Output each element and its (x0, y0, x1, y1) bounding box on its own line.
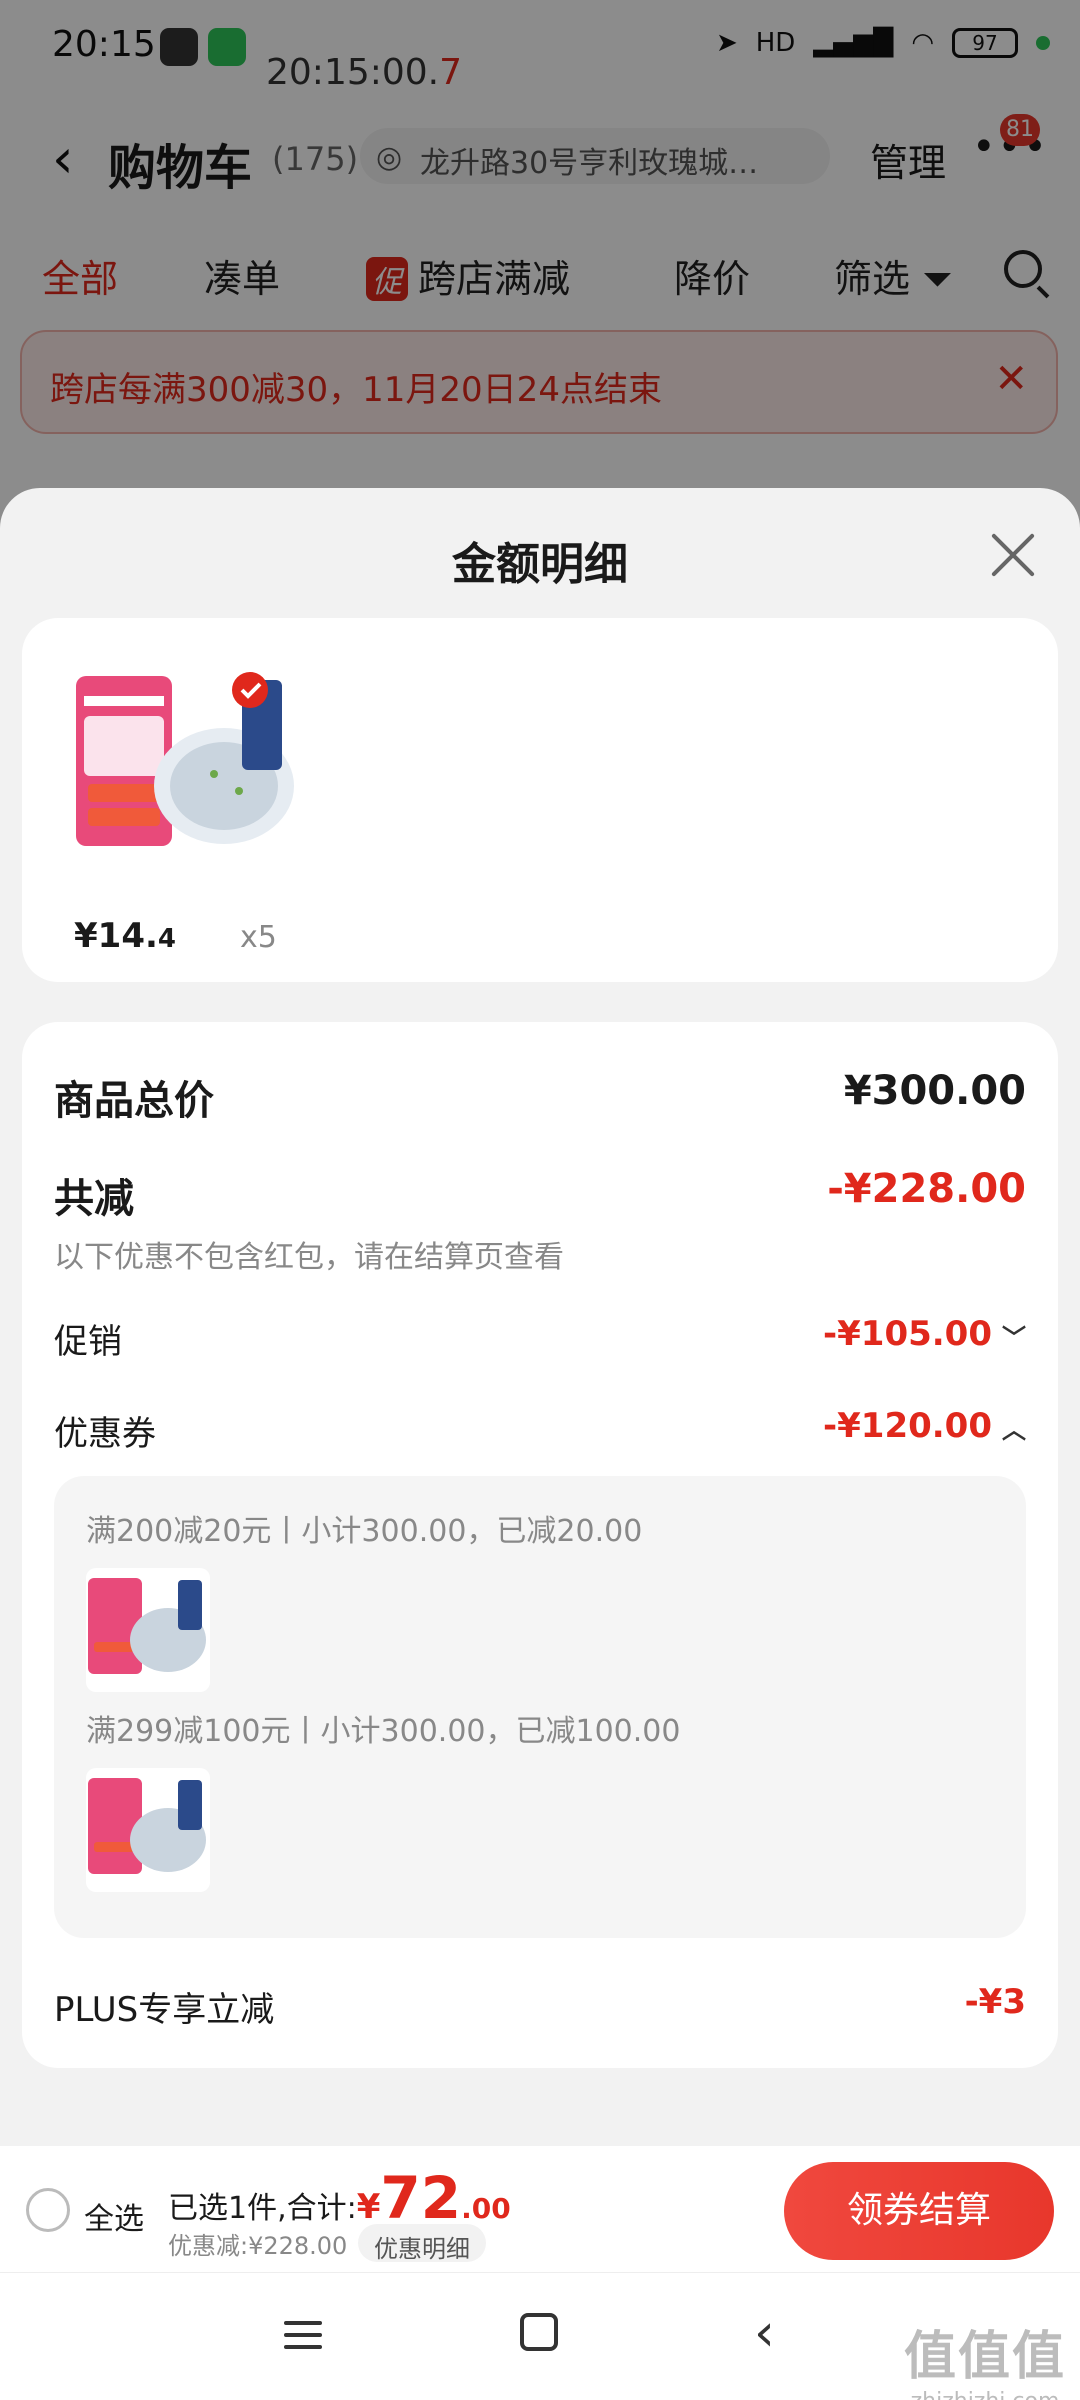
total-summary: 已选1件,合计:¥72.00 (168, 2164, 511, 2232)
checkout-button[interactable]: 领券结算 (784, 2162, 1054, 2260)
selected-summary: 已选1件,合计: (168, 2191, 357, 2226)
amount-detail-sheet: 金额明细 ¥14.4 x5 商品总价 ¥300.00 共减 -¥228.00 以… (0, 488, 1080, 2270)
total-value: ¥300.00 (843, 1068, 1026, 1114)
coupon-item-text: 满200减20元丨小计300.00，已减20.00 (86, 1514, 643, 1549)
coupon-value-wrap: -¥120.00 ︿ (823, 1406, 1026, 1446)
product-price-cents: 4 (157, 924, 176, 954)
watermark-logo: 值值值 zhizhizhi.com (904, 2314, 1066, 2400)
chevron-down-icon: ﹀ (1002, 1324, 1026, 1352)
close-icon[interactable] (988, 530, 1038, 580)
home-icon[interactable] (520, 2313, 558, 2351)
chevron-up-icon: ︿ (1002, 1416, 1026, 1444)
reduction-label: 共减 (54, 1176, 134, 1222)
product-price-main: ¥14. (74, 916, 158, 956)
coupon-details: 满200减20元丨小计300.00，已减20.00 满299减100元丨小计30… (54, 1476, 1026, 1938)
total-amount: ¥72.00 (356, 2164, 511, 2232)
select-all-label[interactable]: 全选 (84, 2194, 144, 2238)
discount-summary: 优惠减:¥228.00 (168, 2232, 348, 2260)
promotion-value-wrap: -¥105.00 ﹀ (823, 1314, 1026, 1354)
checkout-bar: 全选 已选1件,合计:¥72.00 优惠减:¥228.00 优惠明细 领券结算 (0, 2146, 1080, 2272)
menu-icon[interactable] (284, 2313, 328, 2357)
coupon-product-thumbnail (86, 1568, 210, 1692)
reduction-note: 以下优惠不包含红包，请在结算页查看 (54, 1240, 564, 1275)
product-image[interactable] (74, 656, 300, 882)
promotion-value: -¥105.00 (823, 1314, 992, 1354)
watermark-url: zhizhizhi.com (904, 2389, 1066, 2400)
product-price: ¥14.4 (74, 916, 176, 956)
coupon-label: 优惠券 (54, 1414, 156, 1454)
coupon-item-text: 满299减100元丨小计300.00，已减100.00 (86, 1714, 681, 1749)
watermark-text: 值值值 (903, 2327, 1066, 2387)
discount-detail-button[interactable]: 优惠明细 (358, 2224, 486, 2263)
total-currency: ¥ (356, 2187, 381, 2227)
promotion-label: 促销 (54, 1322, 122, 1362)
reduction-value: -¥228.00 (827, 1166, 1026, 1212)
select-all-checkbox[interactable] (26, 2188, 70, 2232)
product-card: ¥14.4 x5 (22, 618, 1058, 982)
coupon-value: -¥120.00 (823, 1406, 992, 1446)
plus-label: PLUS专享立减 (54, 1990, 275, 2030)
total-cents: .00 (461, 2192, 511, 2225)
total-label: 商品总价 (54, 1078, 214, 1124)
price-detail-card: 商品总价 ¥300.00 共减 -¥228.00 以下优惠不包含红包，请在结算页… (22, 1022, 1058, 2068)
plus-value: -¥3 (964, 1982, 1026, 2022)
coupon-product-thumbnail (86, 1768, 210, 1892)
back-icon[interactable]: ‹ (754, 2307, 798, 2359)
total-integer: 72 (380, 2164, 462, 2232)
sheet-title: 金额明细 (452, 539, 628, 590)
product-quantity: x5 (240, 920, 277, 955)
